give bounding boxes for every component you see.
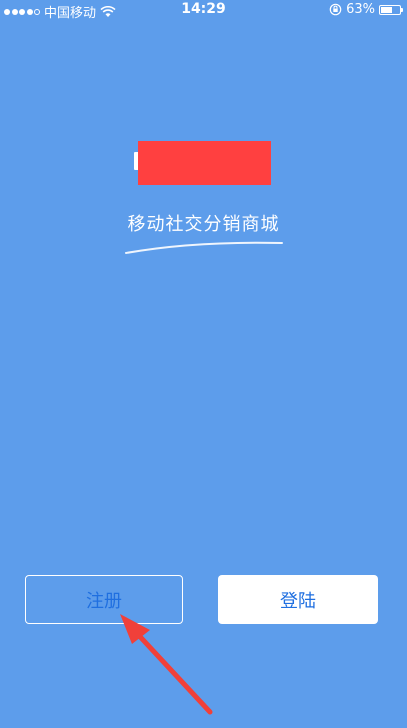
battery-percentage: 63%: [346, 2, 375, 17]
status-bar: 中国移动 14:29 63%: [0, 0, 407, 21]
login-button-label: 登陆: [280, 590, 316, 612]
rotation-lock-icon: [329, 3, 342, 16]
battery-icon: [379, 4, 403, 15]
login-button[interactable]: 登陆: [218, 575, 378, 624]
battery-fill: [381, 6, 393, 13]
redacted-logo: [138, 141, 271, 185]
annotation-arrow-icon: [120, 614, 213, 715]
status-right: 63%: [329, 2, 403, 17]
app-slogan: 移动社交分销商城: [127, 214, 280, 235]
slogan-underline-swoosh: [125, 241, 283, 254]
